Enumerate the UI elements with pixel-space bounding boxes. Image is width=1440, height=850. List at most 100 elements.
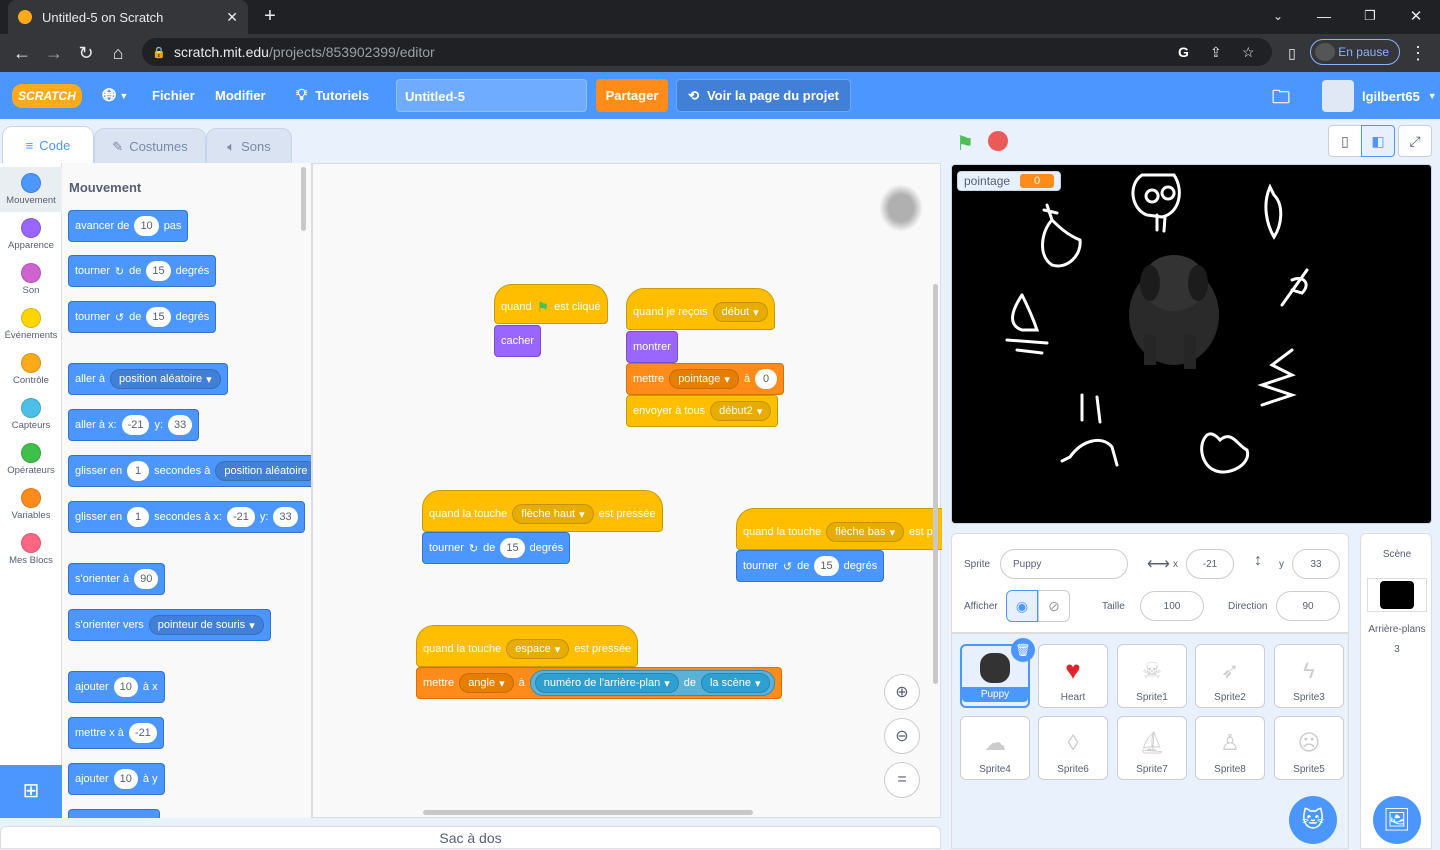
block-input[interactable]: -21 <box>121 415 150 435</box>
category-sensing[interactable]: Capteurs <box>0 392 62 437</box>
block-input[interactable]: 1 <box>127 461 150 481</box>
choose-backdrop-button[interactable]: 🖼︎ <box>1373 796 1421 844</box>
direction-input[interactable]: 90 <box>1276 591 1340 621</box>
size-input[interactable]: 100 <box>1140 591 1204 621</box>
sprite-tile-sprite5[interactable]: ☹ Sprite5 <box>1274 716 1344 780</box>
sprite-tile-sprite8[interactable]: ♙ Sprite8 <box>1195 716 1265 780</box>
block-partial[interactable] <box>68 809 160 818</box>
sprite-tile-sprite7[interactable]: ⛵︎ Sprite7 <box>1117 716 1187 780</box>
sprite-tile-heart[interactable]: ♥ Heart <box>1038 644 1108 708</box>
edit-menu[interactable]: Modifier <box>215 72 266 119</box>
google-icon[interactable]: G <box>1178 44 1189 60</box>
block-dropdown[interactable]: début2 ▾ <box>710 401 772 421</box>
block-dropdown[interactable]: la scène ▾ <box>700 673 770 693</box>
tab-code[interactable]: ≡ Code <box>2 126 94 164</box>
block-dropdown[interactable]: flèche haut ▾ <box>512 504 594 524</box>
block-dropdown[interactable]: angle ▾ <box>459 673 514 693</box>
block-input[interactable]: 90 <box>134 569 159 589</box>
block-input[interactable]: 10 <box>113 677 138 697</box>
block-broadcast[interactable]: envoyer à tous début2 ▾ <box>626 395 779 427</box>
block-dropdown[interactable]: position aléatoire ▾ <box>109 369 221 389</box>
language-menu[interactable]: 🌐︎ ▼ <box>102 72 128 119</box>
backpack[interactable]: Sac à dos <box>0 826 941 849</box>
block-input[interactable]: 15 <box>146 307 171 327</box>
block-glide-xy[interactable]: glisser en 1 secondes à x: -21 y: 33 <box>68 501 305 533</box>
share-button[interactable]: Partager <box>596 79 668 112</box>
block-point-direction[interactable]: s'orienter à 90 <box>68 563 166 595</box>
sprite-tile-sprite1[interactable]: ☠ Sprite1 <box>1117 644 1187 708</box>
category-operators[interactable]: Opérateurs <box>0 437 62 482</box>
reload-icon[interactable]: ↻ <box>74 41 98 65</box>
choose-sprite-button[interactable]: 🐱︎ <box>1289 796 1337 844</box>
tutorials-menu[interactable]: 💡︎ Tutoriels <box>296 72 369 119</box>
scratch-logo[interactable]: SCRATCH <box>12 84 82 108</box>
tab-costumes[interactable]: ✎ Costumes <box>94 128 206 164</box>
green-flag-icon[interactable]: ⚑ <box>956 131 974 156</box>
block-turn-left[interactable]: tourner ↺ de 15 degrés <box>68 301 217 333</box>
minimize-icon[interactable]: — <box>1312 4 1336 28</box>
block-set-angle[interactable]: mettre angle ▾ à numéro de l'arrière-plan ▾ … <box>416 667 782 699</box>
block-dropdown[interactable]: début ▾ <box>712 302 768 322</box>
bookmark-star-icon[interactable]: ☆ <box>1242 44 1255 61</box>
sprite-tile-sprite6[interactable]: ◊ Sprite6 <box>1038 716 1108 780</box>
block-goto[interactable]: aller à position aléatoire ▾ <box>68 363 228 395</box>
fullscreen-icon[interactable]: ⤢ <box>1398 125 1432 157</box>
block-dropdown[interactable]: pointeur de souris ▾ <box>148 615 264 635</box>
normal-stage-button[interactable]: ◧ <box>1361 125 1395 157</box>
block-goto-xy[interactable]: aller à x: -21 y: 33 <box>68 409 200 441</box>
zoom-reset-icon[interactable]: = <box>884 762 920 798</box>
block-backdrop-of-stage[interactable]: numéro de l'arrière-plan ▾ de la scène ▾ <box>529 670 775 696</box>
block-input[interactable]: -21 <box>128 723 157 743</box>
block-input[interactable]: 10 <box>134 216 159 236</box>
block-when-receive[interactable]: quand je reçois début ▾ <box>626 288 775 330</box>
workspace-vscrollbar[interactable] <box>933 284 938 684</box>
block-when-key-down[interactable]: quand la touche flèche bas ▾ est pr <box>736 508 942 550</box>
file-menu[interactable]: Fichier <box>152 72 195 119</box>
block-input[interactable]: 33 <box>273 507 298 527</box>
close-tab-icon[interactable]: ✕ <box>226 9 238 26</box>
palette-scrollbar[interactable] <box>301 167 306 231</box>
workspace-hscrollbar[interactable] <box>423 810 753 815</box>
back-icon[interactable]: ← <box>10 41 34 65</box>
browser-tab[interactable]: Untitled-5 on Scratch ✕ <box>8 0 248 34</box>
block-input[interactable]: 15 <box>500 538 525 558</box>
close-window-icon[interactable]: ✕ <box>1404 4 1428 28</box>
block-dropdown[interactable]: position aléatoire <box>215 461 311 481</box>
block-when-flag-clicked[interactable]: quand ⚑ est cliqué <box>494 284 608 324</box>
category-variables[interactable]: Variables <box>0 482 62 527</box>
small-stage-button[interactable]: ▯ <box>1328 125 1362 157</box>
block-when-key-up[interactable]: quand la touche flèche haut ▾ est pressée <box>422 490 663 532</box>
zoom-in-icon[interactable]: ⊕ <box>884 674 920 710</box>
show-visible-button[interactable]: ◉ <box>1006 590 1038 622</box>
block-change-y[interactable]: ajouter 10 à y <box>68 763 165 795</box>
side-panel-icon[interactable]: ▯ <box>1280 41 1304 65</box>
category-looks[interactable]: Apparence <box>0 212 62 257</box>
new-tab-icon[interactable]: + <box>258 4 282 28</box>
stop-icon[interactable] <box>988 131 1008 151</box>
see-project-page-button[interactable]: ⟲ Voir la page du projet <box>676 79 851 112</box>
account-menu[interactable]: lgilbert65 ▼ <box>1322 80 1437 112</box>
home-icon[interactable]: ⌂ <box>106 41 130 65</box>
chrome-menu-icon[interactable]: ⋮ <box>1406 41 1430 65</box>
zoom-out-icon[interactable]: ⊖ <box>884 718 920 754</box>
tab-search-icon[interactable]: ⌄ <box>1266 4 1290 28</box>
y-input[interactable]: 33 <box>1292 549 1340 579</box>
block-input[interactable]: 1 <box>127 507 150 527</box>
category-sound[interactable]: Son <box>0 257 62 302</box>
my-stuff-folder-icon[interactable]: 🗀 <box>1272 85 1290 115</box>
block-set-variable[interactable]: mettre pointage ▾ à 0 <box>626 363 785 395</box>
block-input[interactable]: 0 <box>755 369 778 389</box>
block-move-steps[interactable]: avancer de 10 pas <box>68 210 189 242</box>
block-glide-to[interactable]: glisser en 1 secondes à position aléatoire <box>68 455 311 487</box>
share-icon[interactable]: ⇪ <box>1210 44 1222 61</box>
category-events[interactable]: Événements <box>0 302 62 347</box>
tab-sounds[interactable]: 🔈︎ Sons <box>206 128 292 164</box>
address-bar[interactable]: 🔒 scratch.mit.edu/projects/853902399/edi… <box>142 38 1272 66</box>
add-extension-button[interactable]: ⊞ <box>0 765 62 818</box>
x-input[interactable]: -21 <box>1186 549 1234 579</box>
sprite-tile-sprite3[interactable]: ϟ Sprite3 <box>1274 644 1344 708</box>
sprite-tile-sprite2[interactable]: ➶ Sprite2 <box>1195 644 1265 708</box>
block-show[interactable]: montrer <box>626 331 678 363</box>
block-turn-right[interactable]: tourner ↻ de 15 degrés <box>422 532 571 564</box>
restore-icon[interactable]: ❐ <box>1358 4 1382 28</box>
